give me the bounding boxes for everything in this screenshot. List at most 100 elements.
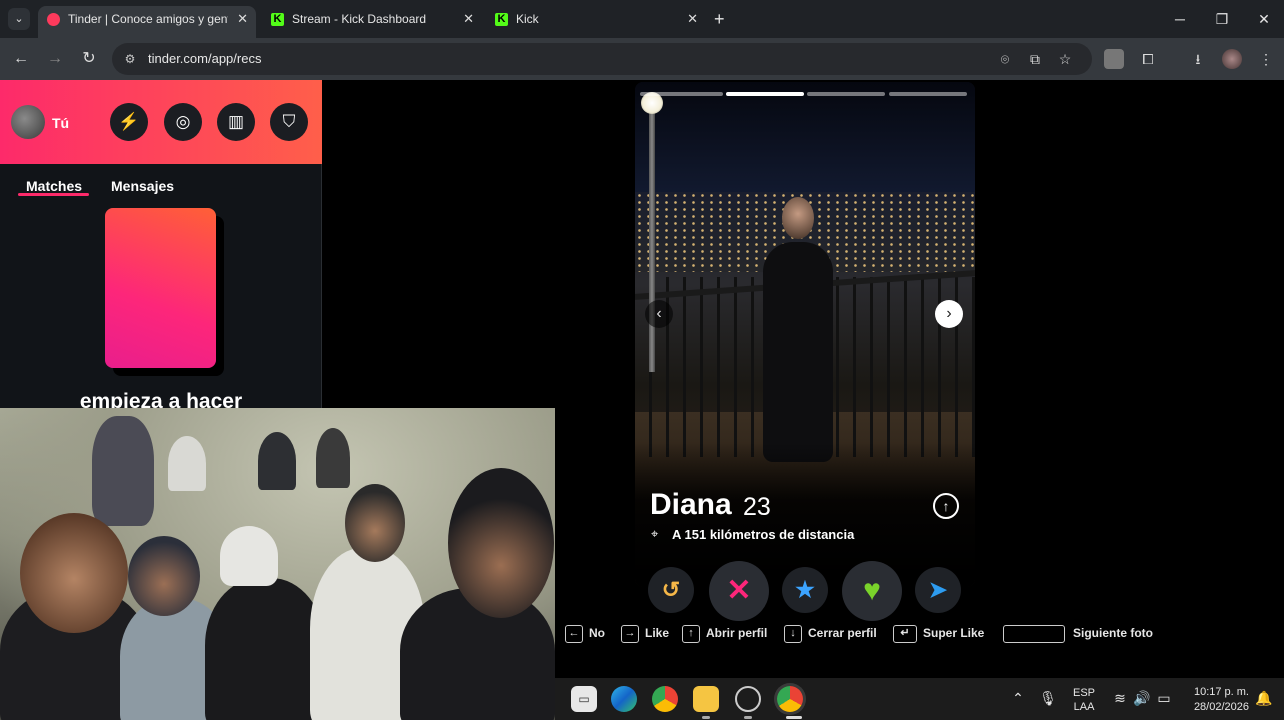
close-tab-icon[interactable]: ✕: [463, 6, 474, 32]
menu-kebab-icon[interactable]: ⋮: [1256, 49, 1276, 69]
show-hidden-icons-chevron-icon[interactable]: ⌃: [1009, 690, 1027, 707]
hanging-cap: [168, 436, 206, 491]
shortcut-no: ← No: [565, 624, 605, 643]
edge-browser-icon[interactable]: [611, 686, 637, 712]
browser-tab-bar: ⌄ Tinder | Conoce amigos y gente ✕ K Str…: [0, 0, 1284, 38]
passport-briefcase-icon[interactable]: ▥: [217, 103, 255, 141]
restore-button[interactable]: ❐: [1202, 6, 1242, 32]
address-bar[interactable]: ⚙ tinder.com/app/recs ⌾ ⧉ ☆: [112, 43, 1092, 75]
up-arrow-key-icon: ↑: [682, 624, 700, 643]
new-tab-button[interactable]: +: [714, 8, 725, 30]
rewind-button[interactable]: ↺: [648, 567, 694, 613]
photo-progress-segment[interactable]: [640, 92, 723, 96]
file-explorer-icon[interactable]: [693, 686, 719, 712]
running-indicator: [744, 716, 752, 719]
photo-progress-segment[interactable]: [889, 92, 967, 96]
kick-favicon-icon: K: [271, 13, 284, 26]
input-language[interactable]: ESP LAA: [1073, 686, 1095, 714]
extension-icon[interactable]: [1104, 49, 1124, 69]
chrome-icon[interactable]: [652, 686, 678, 712]
tab-mensajes[interactable]: Mensajes: [111, 178, 174, 194]
left-arrow-key-icon: ←: [565, 624, 583, 643]
shortcut-close-profile: ↓ Cerrar perfil: [784, 624, 877, 643]
person-head: [128, 536, 200, 616]
sidebar-header: Tú ⚡ ◎ ▥ ⛉: [0, 80, 322, 164]
shortcut-like: → Like: [621, 624, 669, 643]
profile-card[interactable]: ‹ › Diana 23 ↑ ⌖ A 151 kilómetros de dis…: [635, 82, 975, 587]
microphone-icon[interactable]: 🎙: [1039, 690, 1057, 707]
photo-lamppost: [649, 112, 655, 372]
notification-bell-icon[interactable]: 🔔: [1255, 690, 1273, 707]
right-arrow-key-icon: →: [621, 624, 639, 643]
explore-compass-icon[interactable]: ◎: [164, 103, 202, 141]
chrome-profile-icon[interactable]: [777, 686, 803, 712]
windows-taskbar: ▭ ⌃ 🎙 ESP LAA ≋ 🔊 ▭ 10:17 p. m. 28/02/20…: [555, 678, 1284, 720]
url-text: tinder.com/app/recs: [148, 51, 262, 66]
boost-send-button[interactable]: ➤: [915, 567, 961, 613]
bookmark-star-icon[interactable]: ☆: [1056, 50, 1074, 68]
profile-age: 23: [743, 493, 771, 521]
location-icon[interactable]: ⌾: [996, 50, 1014, 68]
person-head: [448, 468, 554, 618]
shortcut-open-profile: ↑ Abrir perfil: [682, 624, 767, 643]
browser-tab-tinder[interactable]: Tinder | Conoce amigos y gente ✕: [38, 6, 256, 38]
browser-toolbar: ← → ↻ ⚙ tinder.com/app/recs ⌾ ⧉ ☆ ⧠ ⭳ ⋮: [0, 38, 1284, 80]
location-pin-icon: ⌖: [651, 526, 659, 541]
photo-person-body: [763, 242, 833, 462]
photo-progress-segment-active[interactable]: [726, 92, 804, 96]
download-icon[interactable]: ⭳: [1188, 49, 1208, 69]
avatar[interactable]: [11, 105, 45, 139]
extensions-puzzle-icon[interactable]: ⧠: [1138, 49, 1158, 69]
white-cap: [220, 526, 278, 586]
tab-matches[interactable]: Matches: [26, 178, 82, 194]
profile-name: Diana: [650, 488, 732, 521]
person-head: [20, 513, 128, 633]
browser-tab-kick[interactable]: K Kick ✕: [486, 6, 706, 38]
shortcut-next-photo: Siguiente foto: [1003, 624, 1153, 643]
browser-tab-kick-dashboard[interactable]: K Stream - Kick Dashboard ✕: [262, 6, 482, 38]
close-window-button[interactable]: ✕: [1244, 6, 1284, 32]
obs-icon[interactable]: [735, 686, 761, 712]
kick-favicon-icon: K: [495, 13, 508, 26]
tab-search-button[interactable]: ⌄: [8, 8, 30, 30]
forward-button[interactable]: →: [44, 48, 66, 70]
back-button[interactable]: ←: [10, 48, 32, 70]
hanging-cap: [316, 428, 350, 488]
tinder-sidebar: Tú ⚡ ◎ ▥ ⛉ Matches Mensajes empieza a ha…: [0, 80, 322, 413]
person-head: [345, 484, 405, 562]
person-silhouette: [205, 578, 325, 720]
active-tab-underline: [18, 193, 89, 196]
running-indicator: [702, 716, 710, 719]
install-app-icon[interactable]: ⧉: [1026, 50, 1044, 68]
close-tab-icon[interactable]: ✕: [687, 6, 698, 32]
backpack-shape: [92, 416, 154, 526]
next-photo-icon[interactable]: ›: [935, 300, 963, 328]
wifi-icon[interactable]: ≋: [1111, 690, 1129, 707]
active-indicator: [786, 716, 802, 719]
photo-sky: [635, 82, 975, 197]
spacebar-key-icon: [1003, 624, 1065, 643]
clock[interactable]: 10:17 p. m. 28/02/2026: [1181, 685, 1249, 715]
volume-icon[interactable]: 🔊: [1133, 690, 1151, 707]
nope-button[interactable]: ✕: [709, 561, 769, 621]
profile-distance: A 151 kilómetros de distancia: [672, 527, 855, 542]
down-arrow-key-icon: ↓: [784, 624, 802, 643]
open-profile-arrow-icon[interactable]: ↑: [933, 493, 959, 519]
boost-icon[interactable]: ⚡: [110, 103, 148, 141]
superlike-button[interactable]: ★: [782, 567, 828, 613]
close-tab-icon[interactable]: ✕: [237, 6, 248, 32]
photo-person-head: [782, 197, 814, 239]
previous-photo-icon[interactable]: ‹: [645, 300, 673, 328]
file-window-icon[interactable]: ▭: [571, 686, 597, 712]
photo-progress-segment[interactable]: [807, 92, 885, 96]
profile-label[interactable]: Tú: [52, 115, 69, 131]
shortcut-super-like: ↵ Super Like: [893, 624, 984, 643]
reload-button[interactable]: ↻: [78, 48, 100, 70]
tinder-favicon-icon: [47, 13, 60, 26]
profile-avatar[interactable]: [1222, 49, 1242, 69]
safety-shield-icon[interactable]: ⛉: [270, 103, 308, 141]
battery-icon[interactable]: ▭: [1155, 690, 1173, 707]
like-button[interactable]: ♥: [842, 561, 902, 621]
minimize-button[interactable]: ─: [1160, 6, 1200, 32]
site-info-icon[interactable]: ⚙: [122, 51, 138, 67]
